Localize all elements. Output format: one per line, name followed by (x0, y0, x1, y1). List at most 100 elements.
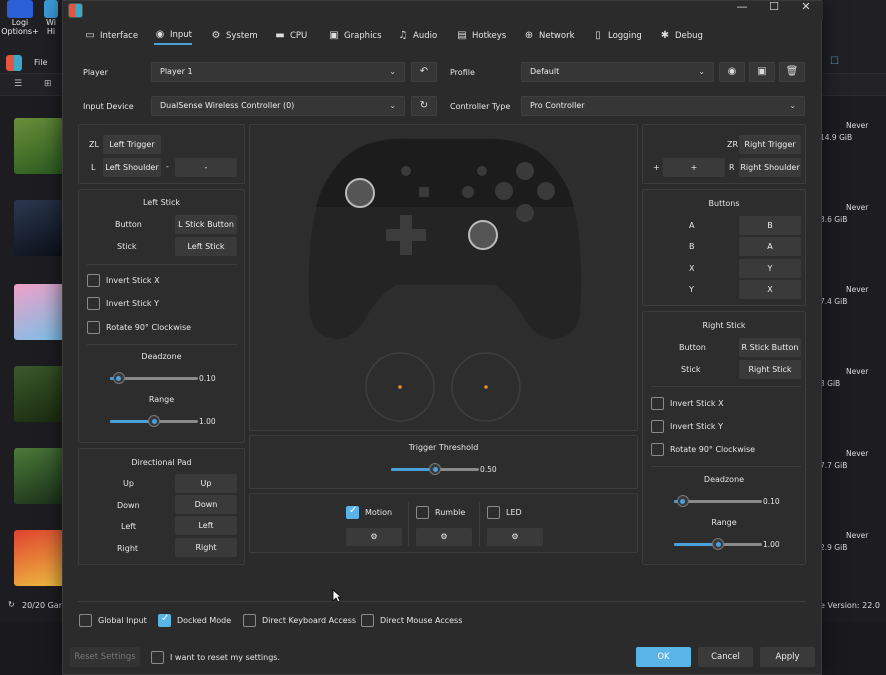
rumble-checkbox[interactable] (416, 506, 429, 519)
dpad-down-binding[interactable]: Down (175, 495, 237, 514)
cancel-button[interactable]: Cancel (698, 647, 753, 667)
direct-keyboard-checkbox[interactable] (243, 614, 256, 627)
profile-select[interactable]: Default ⌄ (521, 62, 714, 82)
tab-system[interactable]: ⚙ System (210, 27, 258, 45)
game-thumbnail[interactable] (14, 284, 64, 340)
left-stick-stick-binding[interactable]: Left Stick (175, 237, 237, 256)
game-thumbnail[interactable] (14, 448, 64, 504)
desktop-shortcut-wi[interactable]: Wi Hi (40, 0, 62, 36)
global-input-checkbox[interactable] (79, 614, 92, 627)
r-binding-button[interactable]: Right Shoulder (739, 158, 801, 177)
right-rotate-checkbox[interactable] (651, 443, 664, 456)
gear-icon: ⚙ (440, 532, 448, 541)
dpad-left-binding[interactable]: Left (175, 516, 237, 535)
maximize-icon[interactable]: ☐ (830, 56, 839, 67)
led-checkbox[interactable] (487, 506, 500, 519)
zl-binding-button[interactable]: Left Trigger (103, 135, 161, 154)
tab-label: System (226, 31, 258, 41)
right-stick-stick-binding[interactable]: Right Stick (739, 360, 801, 379)
controller-type-label: Controller Type (450, 102, 511, 111)
left-deadzone-slider[interactable] (110, 372, 198, 384)
left-range-slider[interactable] (110, 415, 198, 427)
right-stick-icon (468, 220, 498, 250)
game-thumbnail[interactable] (14, 366, 64, 422)
tab-cpu[interactable]: ▬ CPU (274, 27, 307, 45)
motion-checkbox[interactable] (346, 505, 359, 519)
left-stick-button-binding[interactable]: L Stick Button (175, 215, 237, 234)
right-deadzone-slider[interactable] (674, 495, 762, 507)
tab-debug[interactable]: ✱ Debug (659, 27, 703, 45)
list-view-icon[interactable]: ☰ (14, 79, 22, 89)
globe-icon: ⊕ (524, 30, 534, 41)
game-thumbnail[interactable] (14, 530, 64, 586)
file-size: 14.9 GiB (820, 133, 853, 142)
zr-binding-button[interactable]: Right Trigger (739, 135, 801, 154)
plus-binding-button[interactable]: + (663, 158, 725, 177)
undo-button[interactable]: ↶ (411, 62, 437, 82)
view-profile-button[interactable]: ◉ (719, 62, 745, 82)
motion-settings-button[interactable]: ⚙ (346, 528, 402, 546)
controller-type-select[interactable]: Pro Controller ⌄ (521, 96, 805, 116)
ok-button[interactable]: OK (636, 647, 691, 667)
refresh-icon[interactable]: ↻ (8, 600, 15, 609)
right-stick-title: Right Stick (702, 321, 746, 330)
settings-dialog: — ☐ ✕ ▭ Interface ◉ Input ⚙ System ▬ CPU ▣ Gr… (62, 0, 823, 675)
trigger-threshold-slider[interactable] (391, 463, 479, 475)
right-stick-button-binding[interactable]: R Stick Button (739, 338, 801, 357)
left-invert-x-checkbox[interactable] (87, 274, 100, 287)
tab-network[interactable]: ⊕ Network (523, 27, 575, 45)
tab-logging[interactable]: ▯ Logging (592, 27, 642, 45)
maximize-button[interactable]: ☐ (759, 1, 789, 15)
docked-mode-checkbox[interactable] (158, 613, 171, 627)
left-invert-y-checkbox[interactable] (87, 297, 100, 310)
left-rotate-checkbox[interactable] (87, 321, 100, 334)
reset-settings-button[interactable]: Reset Settings (70, 647, 140, 667)
x-button-binding[interactable]: Y (739, 259, 801, 278)
eye-icon: ◉ (727, 66, 737, 77)
dpad-panel: Directional Pad Up Up Down Down Left Lef… (78, 448, 245, 565)
dpad-up-binding[interactable]: Up (175, 474, 237, 493)
slider-thumb[interactable] (112, 372, 125, 384)
reset-confirm-checkbox[interactable] (151, 651, 164, 664)
led-settings-button[interactable]: ⚙ (487, 528, 543, 546)
direct-mouse-checkbox[interactable] (361, 614, 374, 627)
minus-binding-button[interactable]: - (175, 158, 237, 177)
player-select[interactable]: Player 1 ⌄ (151, 62, 405, 82)
slider-thumb[interactable] (429, 463, 441, 475)
game-thumbnail[interactable] (14, 118, 64, 174)
delete-profile-button[interactable]: 🗑 (779, 62, 805, 82)
slider-thumb[interactable] (148, 415, 160, 427)
minimize-button[interactable]: — (727, 1, 757, 15)
a-button-binding[interactable]: B (739, 216, 801, 235)
dpad-right-binding[interactable]: Right (175, 538, 237, 557)
right-invert-x-checkbox[interactable] (651, 397, 664, 410)
grid-view-icon[interactable]: ⊞ (44, 79, 52, 89)
close-button[interactable]: ✕ (791, 1, 821, 15)
tab-label: Interface (100, 31, 139, 41)
input-device-select[interactable]: DualSense Wireless Controller (0) ⌄ (151, 96, 405, 116)
slider-thumb[interactable] (712, 538, 724, 550)
buttons-title: Buttons (708, 199, 740, 208)
keyboard-icon: ▤ (457, 30, 467, 41)
save-profile-button[interactable]: ▣ (749, 62, 775, 82)
slider-thumb[interactable] (676, 495, 689, 507)
last-played: Never (846, 285, 869, 294)
right-invert-y-checkbox[interactable] (651, 420, 664, 433)
y-button-binding[interactable]: X (739, 280, 801, 299)
l-binding-button[interactable]: Left Shoulder (103, 158, 161, 177)
tab-graphics[interactable]: ▣ Graphics (328, 27, 381, 45)
refresh-devices-button[interactable]: ↻ (411, 96, 437, 116)
rumble-settings-button[interactable]: ⚙ (416, 528, 472, 546)
b-button-icon (516, 204, 534, 222)
tab-interface[interactable]: ▭ Interface (84, 27, 138, 45)
tab-hotkeys[interactable]: ▤ Hotkeys (456, 27, 506, 45)
b-button-binding[interactable]: A (739, 237, 801, 256)
tab-audio[interactable]: ♫ Audio (397, 27, 438, 45)
desktop-shortcut-logi[interactable]: Logi Options+ (0, 0, 40, 36)
chevron-down-icon: ⌄ (789, 101, 796, 110)
tab-input[interactable]: ◉ Input (154, 27, 193, 45)
game-thumbnail[interactable] (14, 200, 64, 256)
right-range-slider[interactable] (674, 538, 762, 550)
apply-button[interactable]: Apply (760, 647, 815, 667)
file-menu[interactable]: File (34, 58, 47, 67)
